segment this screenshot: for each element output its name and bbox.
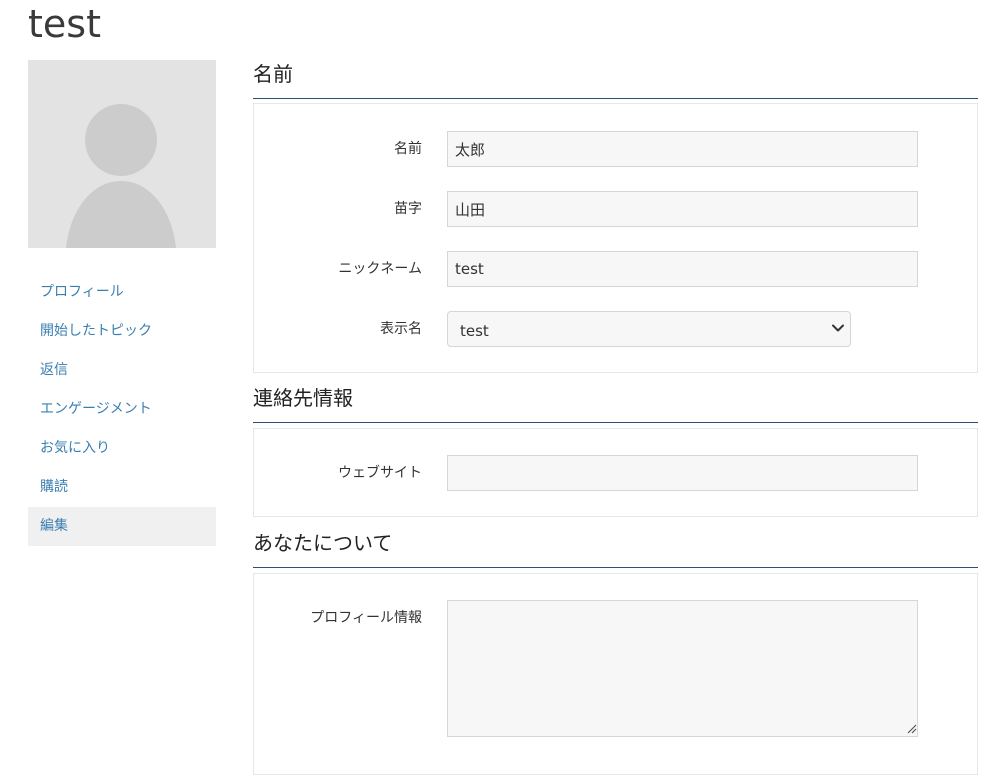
nickname-label: ニックネーム (338, 251, 422, 287)
display-name-label: 表示名 (380, 311, 422, 347)
avatar (28, 60, 216, 248)
display-name-selected-value: test (460, 312, 489, 350)
resize-handle-icon[interactable] (907, 724, 917, 734)
page-title: test (28, 0, 101, 48)
sidebar-nav: プロフィール 開始したトピック 返信 エンゲージメント お気に入り 購読 編集 (28, 273, 216, 546)
last-name-row: 苗字 (254, 191, 977, 227)
nickname-row: ニックネーム (254, 251, 977, 287)
avatar-person-icon (28, 60, 216, 248)
sidebar-item-favorites[interactable]: お気に入り (28, 429, 216, 468)
first-name-label: 名前 (394, 131, 422, 167)
website-row: ウェブサイト (254, 455, 977, 491)
sidebar-item-profile[interactable]: プロフィール (28, 273, 216, 312)
section-contact: ウェブサイト (253, 428, 978, 517)
nickname-input[interactable] (447, 251, 918, 287)
section-name: 名前 苗字 ニックネーム 表示名 test (253, 103, 978, 373)
bio-row: プロフィール情報 (254, 600, 977, 636)
section-heading-about: あなたについて (253, 529, 978, 568)
section-heading-contact: 連絡先情報 (253, 384, 978, 423)
first-name-row: 名前 (254, 131, 977, 167)
first-name-input[interactable] (447, 131, 918, 167)
bio-textarea[interactable] (447, 600, 918, 737)
website-input[interactable] (447, 455, 918, 491)
sidebar-item-subscriptions[interactable]: 購読 (28, 468, 216, 507)
section-about: プロフィール情報 (253, 573, 978, 775)
section-heading-name: 名前 (253, 60, 978, 99)
chevron-down-icon (831, 321, 845, 335)
last-name-label: 苗字 (394, 191, 422, 227)
last-name-input[interactable] (447, 191, 918, 227)
display-name-row: 表示名 test (254, 311, 977, 347)
display-name-select[interactable]: test (447, 311, 851, 347)
sidebar-item-edit[interactable]: 編集 (28, 507, 216, 546)
sidebar-item-engagement[interactable]: エンゲージメント (28, 390, 216, 429)
website-label: ウェブサイト (338, 455, 422, 491)
sidebar-item-replies[interactable]: 返信 (28, 351, 216, 390)
sidebar-item-topics-started[interactable]: 開始したトピック (28, 312, 216, 351)
bio-label: プロフィール情報 (310, 600, 422, 636)
